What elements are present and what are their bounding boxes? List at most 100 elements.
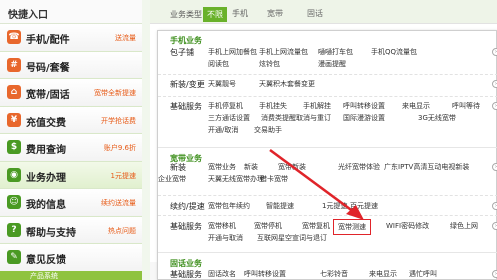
menu-link[interactable]: 来电显示	[402, 101, 430, 111]
menu-link[interactable]: 智能提速	[266, 201, 294, 211]
chevron-right-icon[interactable]: ›	[492, 222, 497, 230]
sidebar-item[interactable]: # 号码/套餐	[0, 51, 142, 79]
sidebar-item-label: 宽带/固话	[26, 90, 70, 101]
menu-link[interactable]: 漫画提醒	[318, 59, 346, 69]
menu-link[interactable]: 互联网星空宣词与退订	[257, 233, 327, 243]
menu-link[interactable]: 呼叫等待	[452, 101, 480, 111]
menu-link[interactable]: 宽带复机	[302, 221, 330, 231]
menu-link[interactable]: 宽带新装	[278, 162, 306, 172]
menu-link[interactable]: 3G无线宽带	[418, 113, 456, 123]
sidebar-item-badge[interactable]: 宽带全新提速	[94, 88, 136, 98]
sidebar-item[interactable]: ☎ 手机/配件 送流量	[0, 24, 142, 52]
menu-link[interactable]: 广东IPTV高清互动电视新装	[384, 162, 469, 172]
sidebar-bottom-text: 产品系统	[30, 272, 58, 280]
sidebar-item[interactable]: ◉ 业务办理 1元提速	[0, 161, 142, 189]
page: 快捷入口 ☎ 手机/配件 送流量 # 号码/套餐 ⌂ 宽带/固话 宽带全新提速 ¥ 充值交费 开学抢…	[0, 0, 497, 280]
menu-link[interactable]: 呼叫转移设置	[244, 269, 286, 279]
sidebar-item-badge[interactable]: 送流量	[115, 33, 136, 43]
card-icon: #	[7, 57, 21, 72]
menu-link[interactable]: 嗵嗵打车包	[318, 47, 353, 57]
business-type-tab[interactable]: 宽带	[267, 8, 283, 19]
menu-link[interactable]: 七彩铃音	[320, 269, 348, 279]
sidebar-item-badge[interactable]: 账户9.6折	[104, 143, 136, 153]
chevron-right-icon[interactable]: ›	[492, 163, 497, 171]
menu-link[interactable]: 固话改名	[208, 269, 236, 279]
menu-link[interactable]: 手机上网加餐包	[208, 47, 257, 57]
row-divider	[158, 215, 497, 216]
sidebar-item[interactable]: ? 帮助与支持 热点问题	[0, 216, 142, 244]
business-type-tab[interactable]: 手机	[232, 8, 248, 19]
sidebar-item-badge[interactable]: 开学抢话费	[101, 116, 136, 126]
menu-link[interactable]: 遇忙呼叫	[409, 269, 437, 279]
sidebar-item-label: 费用查询	[26, 145, 66, 156]
quick-entry-header: 快捷入口	[0, 0, 142, 24]
column-gap	[142, 0, 150, 280]
menu-link[interactable]: 百元提速	[350, 201, 378, 211]
menu-row-label: 包子铺	[170, 48, 194, 57]
sidebar-item-badge[interactable]: 续约送流量	[101, 198, 136, 208]
feedback-icon: ✎	[7, 250, 21, 264]
chevron-right-icon[interactable]: ›	[492, 48, 497, 56]
row-divider	[158, 96, 497, 97]
recharge-icon: ¥	[7, 112, 21, 127]
menu-link[interactable]: 1元提速	[322, 201, 347, 211]
sidebar-item-label: 手机/配件	[26, 35, 70, 46]
menu-link[interactable]: 手机解挂	[303, 101, 331, 111]
menu-link[interactable]: 宽带包年续约	[208, 201, 250, 211]
menu-link[interactable]: 炫铃包	[259, 59, 280, 69]
sidebar-item[interactable]: ✎ 意见反馈	[0, 244, 142, 272]
menu-link[interactable]: 开通与取消	[208, 233, 243, 243]
menu-link[interactable]: 借卡宽带	[260, 174, 288, 184]
menu-link[interactable]: 天翼积木套餐变更	[259, 79, 315, 89]
row-divider	[158, 195, 497, 196]
menu-link[interactable]: 企业宽带	[158, 174, 186, 184]
menu-link[interactable]: 呼叫转移设置	[343, 101, 385, 111]
business-type-tab[interactable]: 不限	[203, 7, 227, 22]
row-divider	[158, 74, 497, 75]
menu-link[interactable]: 手机停复机	[208, 101, 243, 111]
menu-link[interactable]: 国际漫游设置	[343, 113, 385, 123]
sidebar-item[interactable]: ☺ 我的信息 续约送流量	[0, 189, 142, 217]
sidebar-item-label: 充值交费	[26, 117, 66, 129]
sidebar-bottom-strip: 产品系统	[0, 271, 142, 280]
broadband-icon: ⌂	[7, 85, 21, 99]
menu-link[interactable]: 新装	[244, 162, 258, 172]
menu-link[interactable]: 三方通话设置	[208, 113, 250, 123]
chevron-right-icon[interactable]: ›	[492, 102, 497, 110]
business-type-tab[interactable]: 固话	[307, 8, 323, 19]
section-divider	[158, 252, 497, 253]
sidebar-item-badge[interactable]: 1元提速	[111, 171, 136, 181]
sidebar-item[interactable]: ⌂ 宽带/固话 宽带全新提速	[0, 79, 142, 107]
menu-row-label: 新装/变更	[170, 80, 205, 89]
menu-link[interactable]: 手机QQ流量包	[371, 47, 417, 57]
menu-section-title: 固话业务	[170, 259, 202, 268]
menu-link[interactable]: WIFI密码修改	[386, 221, 429, 231]
bill-query-icon: $	[7, 140, 21, 154]
menu-link[interactable]: 阅读包	[208, 59, 229, 69]
menu-link[interactable]: 天翼靓号	[208, 79, 236, 89]
menu-link[interactable]: 天翼无线宽带办理	[208, 174, 264, 184]
broadband-speed-test-link[interactable]: 宽带测速	[333, 219, 371, 235]
sidebar-item[interactable]: ¥ 充值交费 开学抢话费	[0, 106, 142, 134]
sidebar-item-label: 意见反馈	[26, 255, 66, 266]
sidebar-item[interactable]: $ 费用查询 账户9.6折	[0, 134, 142, 162]
menu-link[interactable]: 绿色上网	[450, 221, 478, 231]
chevron-right-icon[interactable]: ›	[492, 80, 497, 88]
menu-link[interactable]: 手机上网流量包	[259, 47, 308, 57]
menu-link[interactable]: 消费类提醒取消与重订	[261, 113, 331, 123]
menu-link[interactable]: 宽带移机	[208, 221, 236, 231]
menu-row-label: 新装	[170, 163, 186, 172]
menu-link[interactable]: 宽带业务	[208, 162, 236, 172]
menu-link[interactable]: 交易助手	[254, 125, 282, 135]
menu-link[interactable]: 开通/取消	[208, 125, 238, 135]
sidebar-item-badge[interactable]: 热点问题	[108, 226, 136, 236]
phone-icon: ☎	[7, 30, 21, 44]
sidebar-item-label: 业务办理	[26, 172, 66, 184]
chevron-right-icon[interactable]: ›	[492, 270, 497, 278]
menu-row-label: 续约/提速	[170, 202, 205, 211]
menu-link[interactable]: 来电显示	[369, 269, 397, 279]
menu-link[interactable]: 宽带停机	[254, 221, 282, 231]
menu-link[interactable]: 手机挂失	[259, 101, 287, 111]
menu-link[interactable]: 光纤宽带体验	[338, 162, 380, 172]
chevron-right-icon[interactable]: ›	[492, 202, 497, 210]
